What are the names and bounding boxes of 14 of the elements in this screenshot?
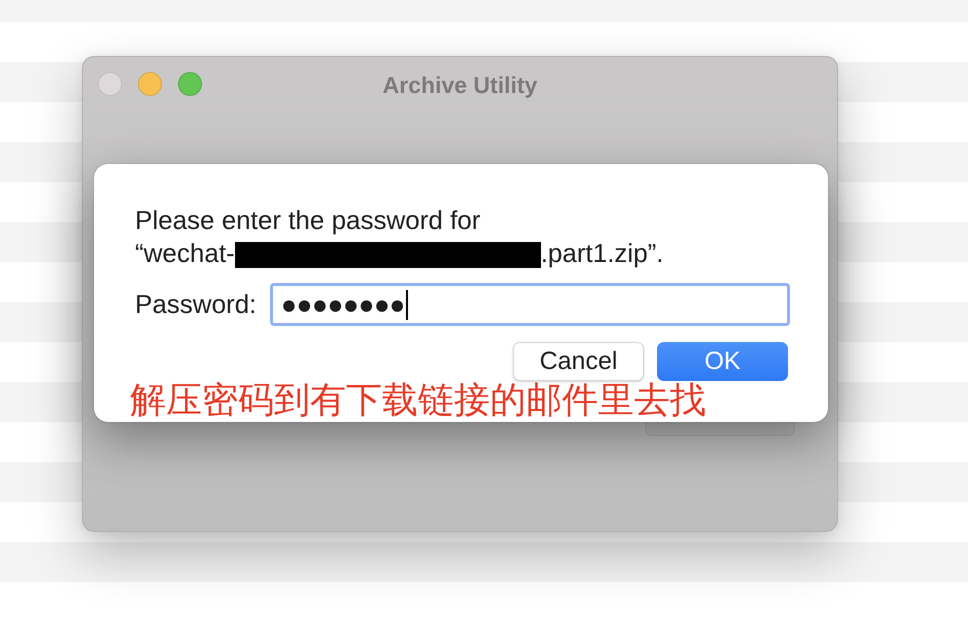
cancel-button[interactable]: Cancel	[513, 342, 644, 381]
window-control-icon[interactable]	[178, 72, 202, 96]
password-field[interactable]: ●●●●●●●●	[270, 283, 790, 326]
password-label: Password:	[135, 289, 256, 320]
message-text: Please enter the password for	[135, 204, 482, 237]
text-cursor-icon	[406, 290, 408, 320]
annotation-text: 解压密码到有下载链接的邮件里去找	[130, 381, 706, 421]
ok-button[interactable]: OK	[657, 342, 788, 381]
filename-text: “wechat-	[135, 237, 235, 270]
window-title: Archive Utility	[382, 72, 538, 98]
window-control-icon[interactable]	[138, 72, 162, 96]
filename-text: .part1.zip”.	[540, 237, 664, 270]
window-control-icon[interactable]	[98, 72, 122, 96]
background-button[interactable]	[645, 422, 795, 436]
